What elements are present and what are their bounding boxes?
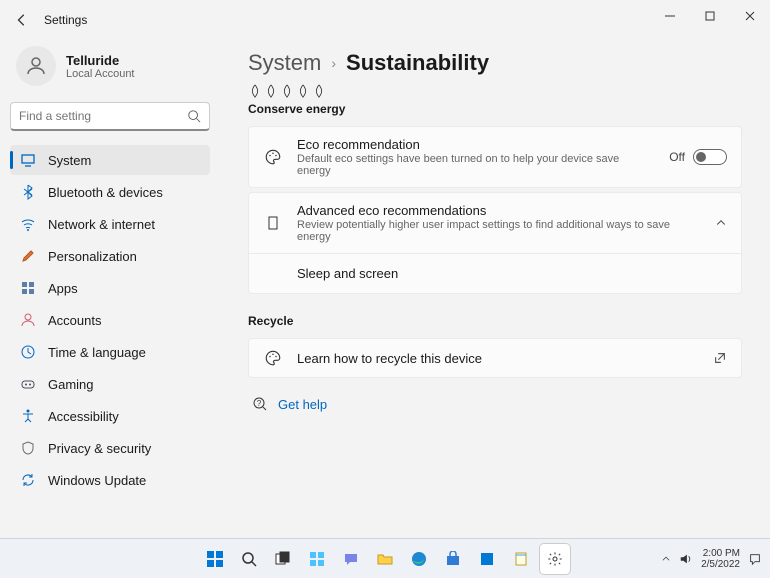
sidebar-item-label: Time & language — [48, 345, 146, 360]
sidebar-item-label: System — [48, 153, 91, 168]
system-icon — [20, 152, 36, 168]
chevron-right-icon: › — [331, 55, 336, 71]
advanced-eco-card[interactable]: Advanced eco recommendations Review pote… — [248, 192, 742, 254]
recycle-card[interactable]: Learn how to recycle this device — [248, 338, 742, 378]
sidebar-item-label: Gaming — [48, 377, 94, 392]
eco-title: Eco recommendation — [297, 137, 655, 152]
taskbar-date: 2/5/2022 — [701, 559, 740, 570]
time-icon — [20, 344, 36, 360]
privacy-icon — [20, 440, 36, 456]
start-button[interactable] — [200, 544, 230, 574]
open-link-icon — [713, 351, 727, 365]
sidebar-item-label: Bluetooth & devices — [48, 185, 163, 200]
back-button[interactable] — [8, 6, 36, 34]
eco-desc: Default eco settings have been turned on… — [297, 153, 655, 177]
gaming-icon — [20, 376, 36, 392]
sidebar-item-personalization[interactable]: Personalization — [10, 241, 210, 271]
tray-chevron-icon[interactable] — [661, 554, 671, 564]
taskbar-time: 2:00 PM — [701, 548, 740, 559]
advanced-title: Advanced eco recommendations — [297, 203, 701, 218]
explorer-icon[interactable] — [370, 544, 400, 574]
svg-text:?: ? — [257, 399, 262, 408]
recycle-title: Recycle — [248, 314, 742, 328]
sidebar-item-apps[interactable]: Apps — [10, 273, 210, 303]
eco-toggle[interactable] — [693, 149, 727, 165]
edge-icon[interactable] — [404, 544, 434, 574]
sidebar-item-time-language[interactable]: Time & language — [10, 337, 210, 367]
sidebar-item-gaming[interactable]: Gaming — [10, 369, 210, 399]
close-button[interactable] — [730, 0, 770, 32]
taskbar-clock[interactable]: 2:00 PM 2/5/2022 — [701, 548, 740, 570]
sidebar-item-label: Personalization — [48, 249, 137, 264]
sidebar-item-label: Privacy & security — [48, 441, 151, 456]
app-icon[interactable] — [472, 544, 502, 574]
sidebar-item-label: Windows Update — [48, 473, 146, 488]
sidebar-item-label: Accessibility — [48, 409, 119, 424]
sidebar-item-windows-update[interactable]: Windows Update — [10, 465, 210, 495]
chevron-up-icon — [715, 217, 727, 229]
eco-toggle-state: Off — [669, 150, 685, 164]
notification-icon[interactable] — [748, 552, 762, 566]
maximize-button[interactable] — [690, 0, 730, 32]
avatar — [16, 46, 56, 86]
search-box[interactable] — [10, 102, 210, 131]
widgets-icon[interactable] — [302, 544, 332, 574]
chat-icon[interactable] — [336, 544, 366, 574]
sidebar-item-label: Accounts — [48, 313, 101, 328]
account-type: Local Account — [66, 68, 135, 80]
account-block[interactable]: Telluride Local Account — [10, 40, 210, 102]
sidebar-item-privacy-security[interactable]: Privacy & security — [10, 433, 210, 463]
accessibility-icon — [20, 408, 36, 424]
search-taskbar-icon[interactable] — [234, 544, 264, 574]
taskbar: 2:00 PM 2/5/2022 — [0, 538, 770, 578]
palette-icon — [263, 148, 283, 166]
bluetooth-icon — [20, 184, 36, 200]
recycle-learn: Learn how to recycle this device — [297, 351, 699, 366]
sidebar-item-bluetooth-devices[interactable]: Bluetooth & devices — [10, 177, 210, 207]
help-icon: ? — [252, 396, 268, 412]
minimize-button[interactable] — [650, 0, 690, 32]
search-icon — [187, 109, 201, 123]
breadcrumb-current: Sustainability — [346, 50, 489, 76]
wifi-icon — [20, 216, 36, 232]
breadcrumb: System › Sustainability — [248, 50, 742, 76]
leaf-icons — [248, 84, 742, 98]
notepad-icon[interactable] — [506, 544, 536, 574]
update-icon — [20, 472, 36, 488]
sidebar-item-label: Apps — [48, 281, 78, 296]
accounts-icon — [20, 312, 36, 328]
store-icon[interactable] — [438, 544, 468, 574]
brush-icon — [20, 248, 36, 264]
breadcrumb-parent[interactable]: System — [248, 50, 321, 76]
task-view-icon[interactable] — [268, 544, 298, 574]
sidebar-item-label: Network & internet — [48, 217, 155, 232]
sleep-and-screen-item[interactable]: Sleep and screen — [248, 254, 742, 294]
window-title: Settings — [44, 13, 87, 27]
sidebar-item-accounts[interactable]: Accounts — [10, 305, 210, 335]
settings-taskbar-icon[interactable] — [540, 544, 570, 574]
sidebar-item-network-internet[interactable]: Network & internet — [10, 209, 210, 239]
advanced-desc: Review potentially higher user impact se… — [297, 219, 701, 243]
sidebar-item-system[interactable]: System — [10, 145, 210, 175]
get-help-link[interactable]: Get help — [278, 397, 327, 412]
search-input[interactable] — [19, 109, 187, 123]
account-name: Telluride — [66, 53, 135, 68]
volume-icon[interactable] — [679, 552, 693, 566]
device-icon — [263, 215, 283, 231]
sidebar-item-accessibility[interactable]: Accessibility — [10, 401, 210, 431]
palette-icon — [263, 349, 283, 367]
conserve-title: Conserve energy — [248, 102, 742, 116]
eco-recommendation-card[interactable]: Eco recommendation Default eco settings … — [248, 126, 742, 188]
apps-icon — [20, 280, 36, 296]
